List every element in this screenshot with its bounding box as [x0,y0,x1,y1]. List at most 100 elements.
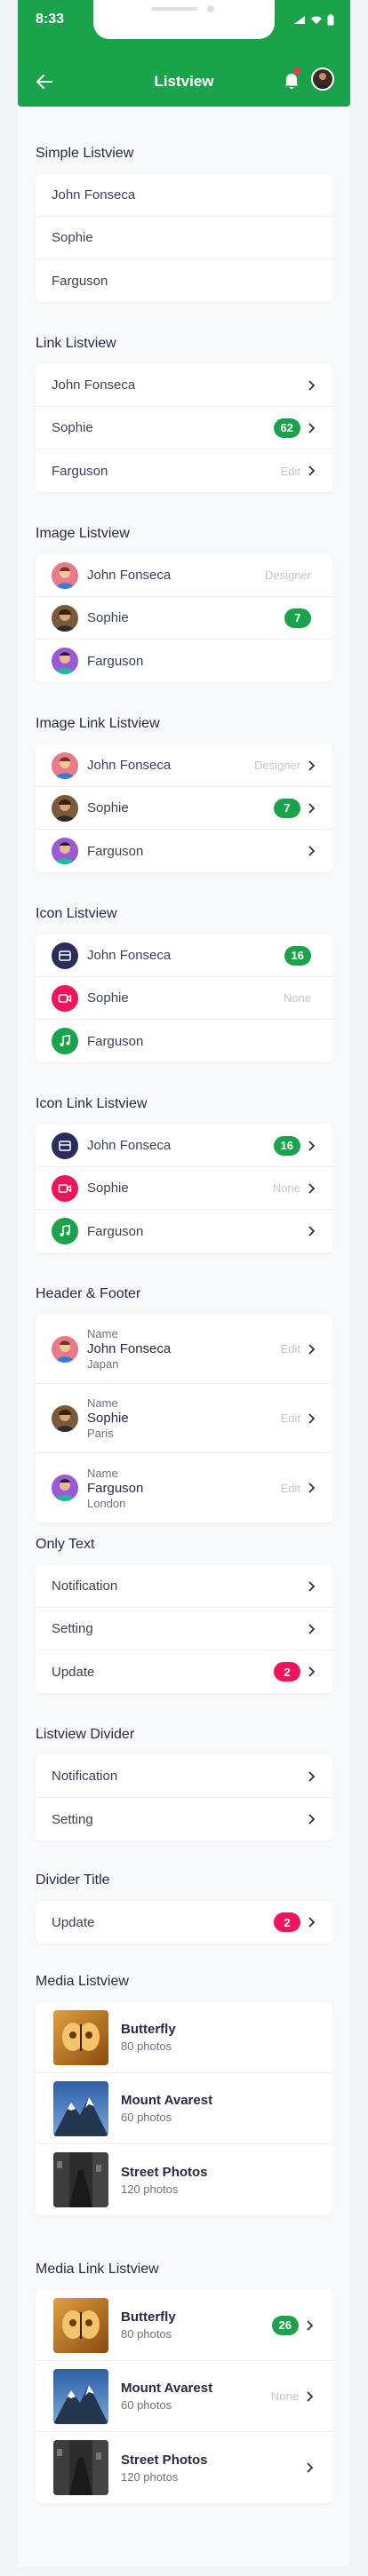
list-item[interactable]: Farguson [36,259,332,302]
list-item[interactable]: Sophie None [36,1167,332,1210]
list-item[interactable]: Name Sophie Paris Edit [36,1384,332,1453]
count-badge: 26 [271,2315,299,2335]
media-item[interactable]: Butterfly 80 photos [36,2002,332,2073]
divider-listview: Notification Setting [36,1755,332,1841]
chevron-right-icon [308,1814,316,1825]
media-item[interactable]: Mount Avarest 60 photos [36,2073,332,2144]
section-title-image-link: Image Link Listview [36,716,160,731]
item-meta: None [272,1181,300,1195]
avatar [52,1335,78,1363]
avatar [52,604,78,632]
list-item[interactable]: Name John Fonseca Japan Edit [36,1315,332,1384]
item-meta: Designer [253,759,300,772]
item-meta: Designer [264,568,311,582]
chevron-right-icon [308,1412,316,1424]
media-item[interactable]: Street Photos 120 photos [36,2432,332,2503]
chevron-right-icon [308,1483,316,1493]
list-item[interactable]: Farguson [36,830,332,872]
archive-icon [52,1132,78,1159]
archive-icon [52,942,78,969]
link-listview: John Fonseca Sophie 62 Farguson Edit [36,364,332,492]
avatar[interactable] [311,68,334,91]
list-item[interactable]: Sophie 62 [36,407,332,449]
list-item[interactable]: Notification [36,1755,332,1798]
list-item[interactable]: Update 2 [36,1650,332,1693]
list-item[interactable]: Setting [36,1798,332,1841]
chevron-right-icon [308,1140,316,1151]
list-item[interactable]: Sophie [36,217,332,259]
device-notch [93,0,275,39]
item-meta: Edit [280,1481,300,1495]
item-meta: None [270,2389,299,2403]
video-icon [52,984,78,1012]
wifi-icon [311,16,322,24]
item-header: Name [87,1327,118,1340]
signal-icon [294,16,305,24]
list-item[interactable]: Setting [36,1608,332,1650]
section-title-icon-link: Icon Link Listview [36,1096,148,1111]
list-item[interactable]: John Fonseca Designer [36,554,332,597]
chevron-right-icon [308,1623,316,1634]
item-label: Farguson [87,1480,144,1496]
avatar [52,1475,78,1501]
item-meta: Edit [280,464,300,478]
status-bar: 8:33 [18,0,350,39]
avatar [52,561,78,589]
media-title: Butterfly [121,2310,176,2325]
list-item[interactable]: John Fonseca 16 [36,934,332,977]
chevron-right-icon [307,2319,314,2331]
item-header: Name [87,1466,118,1480]
chevron-right-icon [307,2390,314,2402]
music-icon [52,1028,78,1054]
notification-dot [292,67,301,76]
section-title-simple: Simple Listview [36,146,134,161]
media-listview: Butterfly 80 photos Mount Avarest 60 pho… [36,2002,332,2215]
media-item[interactable]: Butterfly 80 photos 26 [36,2290,332,2361]
list-item[interactable]: Farguson [36,1210,332,1252]
header-footer-listview: Name John Fonseca Japan Edit Name Sophie… [36,1315,332,1523]
list-item[interactable]: Farguson Edit [36,449,332,492]
count-badge: 7 [284,608,311,628]
list-item[interactable]: John Fonseca [36,174,332,217]
butterfly-thumbnail [53,2297,108,2353]
chevron-right-icon [308,465,316,476]
item-label: John Fonseca [87,1341,172,1356]
only-text-listview: Notification Setting Update 2 [36,1565,332,1693]
list-item[interactable]: Farguson [36,1020,332,1062]
chevron-right-icon [308,1226,316,1236]
list-item[interactable]: Update 2 [36,1901,332,1944]
count-badge: 16 [273,1135,300,1156]
image-link-listview: John Fonseca Designer Sophie 7 Farguson [36,744,332,872]
media-subtitle: 80 photos [121,2039,172,2053]
butterfly-thumbnail [53,2009,108,2065]
list-item[interactable]: John Fonseca 16 [36,1125,332,1167]
list-item[interactable]: Notification [36,1565,332,1608]
item-footer: Japan [87,1357,119,1371]
section-title-media: Media Listview [36,1974,129,1989]
list-item[interactable]: Sophie None [36,977,332,1020]
list-item[interactable]: Sophie 7 [36,597,332,640]
avatar [52,838,78,864]
media-title: Butterfly [121,2022,176,2037]
chevron-right-icon [308,802,316,814]
chevron-right-icon [308,1182,316,1194]
status-time: 8:33 [36,12,65,27]
section-title-icon: Icon Listview [36,906,117,921]
chevron-right-icon [308,1343,316,1355]
list-item[interactable]: Sophie 7 [36,787,332,830]
avatar [52,794,78,822]
media-link-listview: Butterfly 80 photos 26 Mount Avarest 60 … [36,2290,332,2503]
media-subtitle: 120 photos [121,2182,179,2196]
media-subtitle: 80 photos [121,2327,172,2341]
list-item[interactable]: Name Farguson London Edit [36,1453,332,1523]
music-icon [52,1218,78,1244]
street-thumbnail [53,2440,108,2495]
media-item[interactable]: Street Photos 120 photos [36,2144,332,2215]
mountain-thumbnail [53,2368,108,2424]
image-listview: John Fonseca Designer Sophie 7 Farguson [36,554,332,682]
list-item[interactable]: John Fonseca [36,364,332,407]
list-item[interactable]: John Fonseca Designer [36,744,332,787]
street-thumbnail [53,2152,108,2207]
media-item[interactable]: Mount Avarest 60 photos None [36,2361,332,2432]
list-item[interactable]: Farguson [36,640,332,682]
